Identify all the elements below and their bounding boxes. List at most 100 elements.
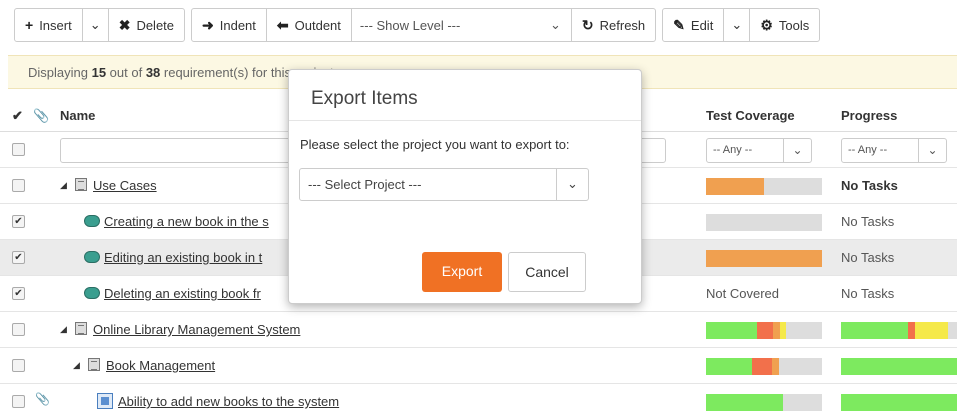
collapse-triangle-icon[interactable]: ◢ [73,360,80,371]
row-checkbox[interactable]: ✔ [12,215,25,228]
folder-icon [88,358,100,371]
chevron-down-icon: ⌄ [89,17,101,32]
progress-segment-ahead [915,322,948,339]
progress-text: No Tasks [841,286,895,301]
column-progress-header[interactable]: Progress [841,108,897,123]
coverage-segment-blocked [780,322,787,339]
progress-filter-select[interactable]: -- Any -- ⌄ [841,138,947,163]
delete-button[interactable]: ✖ Delete [109,9,184,41]
row-checkbox[interactable]: ✔ [12,287,25,300]
outdent-button[interactable]: ⬅ Outdent [267,9,352,41]
coverage-segment-passed [706,394,783,411]
row-checkbox[interactable] [12,359,25,372]
progress-bar [841,322,957,339]
progress-text: No Tasks [841,214,895,229]
edit-button[interactable]: ✎ Edit [663,9,725,41]
coverage-bar [706,322,822,339]
coverage-bar [706,214,822,231]
coverage-bar [706,394,822,411]
row-checkbox[interactable] [12,323,25,336]
chevron-down-icon: ⌄ [918,139,946,162]
attachment-icon: 📎 [33,108,50,123]
attachment-icon[interactable]: 📎 [35,392,50,406]
row-name-link[interactable]: Deleting an existing book fr [104,286,261,301]
total-count: 38 [145,65,161,80]
project-select[interactable]: --- Select Project --- ⌄ [299,168,589,201]
progress-segment-late [908,322,916,339]
arrow-left-icon: ⬅ [276,16,289,33]
row-name-link[interactable]: Book Management [106,358,215,373]
coverage-filter-select[interactable]: -- Any -- ⌄ [706,138,812,163]
row-checkbox[interactable] [12,395,25,408]
requirement-icon [97,393,113,409]
row-name-link[interactable]: Online Library Management System [93,322,300,337]
plus-icon: + [25,17,34,33]
tools-button[interactable]: ⚙ Tools [750,9,819,41]
gear-icon: ⚙ [760,16,773,33]
column-coverage-header[interactable]: Test Coverage [706,108,795,123]
dialog-text: Please select the project you want to ex… [300,137,570,152]
coverage-segment-failed [706,250,822,267]
progress-text: No Tasks [841,178,898,193]
edit-group: ✎ Edit ⌄ ⚙ Tools [662,8,821,42]
coverage-segment-failed [706,178,764,195]
progress-segment-ontime [841,358,957,375]
column-name-header[interactable]: Name [60,108,95,123]
use-case-icon [84,215,100,227]
show-level-select[interactable]: --- Show Level --- ⌄ [352,9,572,41]
edit-icon: ✎ [673,16,685,33]
coverage-segment-caution [773,322,781,339]
coverage-bar [706,250,822,267]
filter-checkbox[interactable] [12,143,25,156]
row-name-link[interactable]: Creating a new book in the s [104,214,269,229]
dialog-divider [289,120,641,121]
cancel-button[interactable]: Cancel [508,252,586,292]
refresh-button[interactable]: ↻ Refresh [572,9,655,41]
arrow-right-icon: ➜ [202,16,214,33]
toolbar: + Insert ⌄ ✖ Delete ➜ Indent ⬅ Outdent --- S… [14,8,826,42]
collapse-triangle-icon[interactable]: ◢ [60,324,67,335]
row-name-link[interactable]: Use Cases [93,178,157,193]
shown-count: 15 [91,65,107,80]
coverage-bar [706,178,822,195]
row-name-link[interactable]: Ability to add new books to the system [118,394,339,409]
dialog-title: Export Items [311,88,418,109]
export-button[interactable]: Export [422,252,502,292]
coverage-segment-failed [757,322,774,339]
insert-group: + Insert ⌄ ✖ Delete [14,8,186,42]
coverage-segment-failed [752,358,773,375]
progress-text: No Tasks [841,250,895,265]
coverage-text: Not Covered [706,286,779,301]
chevron-down-icon: ⌄ [556,169,588,200]
chevron-down-icon: ⌄ [550,17,561,32]
coverage-segment-passed [706,358,753,375]
coverage-bar [706,358,822,375]
chevron-down-icon: ⌄ [783,139,811,162]
insert-dropdown-button[interactable]: ⌄ [83,9,109,41]
row-checkbox[interactable] [12,179,25,192]
export-dialog: Export Items Please select the project y… [288,69,642,304]
row-checkbox[interactable]: ✔ [12,251,25,264]
folder-icon [75,178,87,191]
edit-dropdown-button[interactable]: ⌄ [724,9,751,41]
coverage-segment-passed [706,322,758,339]
progress-bar [841,358,957,375]
close-icon: ✖ [118,16,131,33]
chevron-down-icon: ⌄ [731,17,743,32]
insert-button[interactable]: + Insert [15,9,83,41]
indent-button[interactable]: ➜ Indent [192,9,267,41]
table-row[interactable]: 📎 Ability to add new books to the system [0,384,957,418]
progress-segment-ontime [841,394,957,411]
use-case-icon [84,287,100,299]
use-case-icon [84,251,100,263]
folder-icon [75,322,87,335]
collapse-triangle-icon[interactable]: ◢ [60,180,67,191]
row-name-link[interactable]: Editing an existing book in t [104,250,262,265]
refresh-icon: ↻ [581,16,594,33]
progress-segment-ontime [841,322,909,339]
table-row[interactable]: ◢ Book Management [0,348,957,384]
select-all-check-icon[interactable]: ✔ [12,108,23,124]
table-row[interactable]: ◢ Online Library Management System [0,312,957,348]
indent-group: ➜ Indent ⬅ Outdent --- Show Level --- ⌄ ↻ Re… [191,8,657,42]
coverage-segment-caution [772,358,780,375]
